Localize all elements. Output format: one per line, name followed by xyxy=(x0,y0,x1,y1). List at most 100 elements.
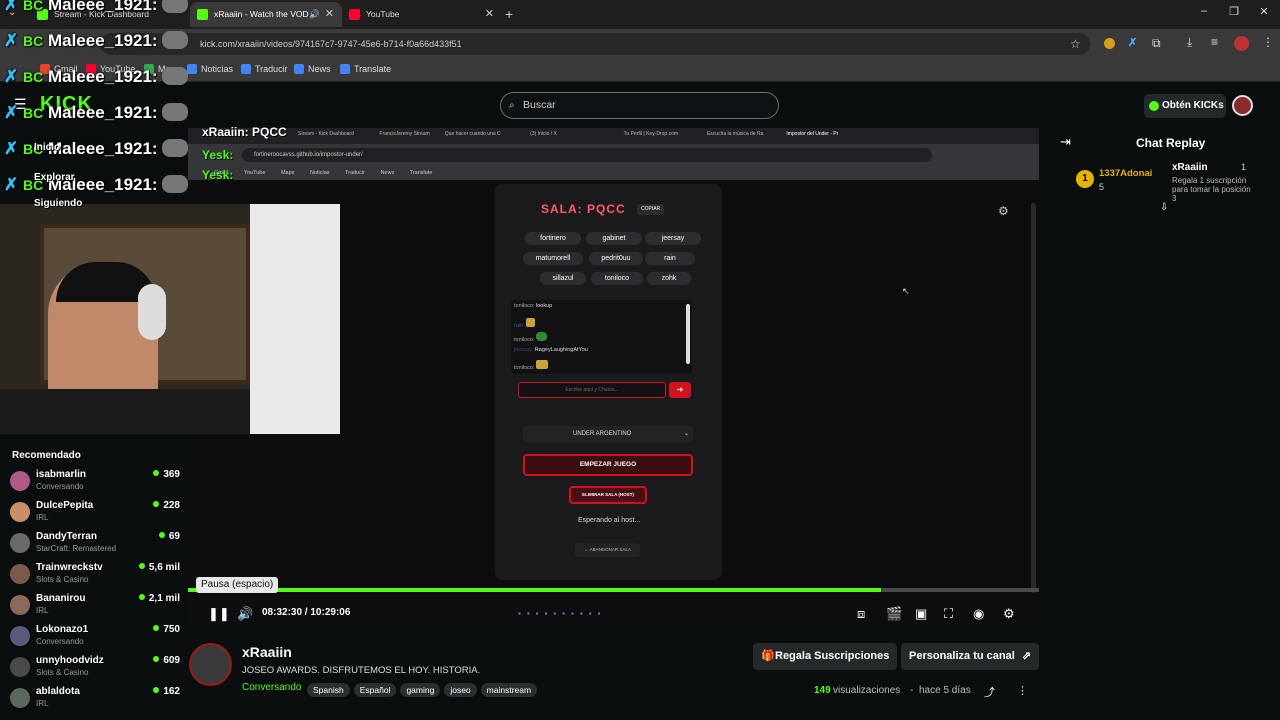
user-avatar[interactable] xyxy=(1232,95,1253,116)
sidebar-explore-label[interactable]: Explorar xyxy=(34,172,75,183)
sword-emote-icon: ✗ xyxy=(4,0,19,14)
gift-subs-button[interactable]: 🎁 Regala Suscripciones xyxy=(753,643,898,670)
spam-line: ✗ BC Maleee_1921: xyxy=(4,31,189,51)
emote-icon xyxy=(526,318,536,327)
rank-badge-icon: 1 xyxy=(1076,170,1094,188)
overlay-channel-title: xRaaiin: PQCC xyxy=(202,125,287,139)
gifter-name[interactable]: 1337Adonai xyxy=(1099,168,1152,179)
recommended-channel[interactable]: Bananirou IRL 2,1 mil xyxy=(10,591,180,621)
more-options-icon[interactable]: ⋮ xyxy=(1017,684,1028,697)
minimize-icon[interactable]: – xyxy=(1196,5,1212,17)
sword-emote-icon: ✗ xyxy=(4,175,19,194)
speed-icon[interactable]: ◉ xyxy=(973,606,984,622)
gift-message: Regala 1 suscripción para tomar la posic… xyxy=(1172,176,1251,203)
recommended-channel[interactable]: Trainwreckstv Slots & Casino 5,6 mil xyxy=(10,560,180,590)
chat-line: toniloco: xyxy=(514,360,549,371)
speaker-icon: 🔊 xyxy=(309,9,320,19)
bookmark-traducir[interactable]: Traducir xyxy=(241,64,288,74)
room-chat: toniloco: lookup rain: toniloco: jeersay… xyxy=(511,300,692,374)
inner-tab: FrancisJeremy Stream xyxy=(379,131,430,137)
recommended-channel[interactable]: DulcePepita IRL 228 xyxy=(10,498,180,528)
tag-chip[interactable]: Spanish xyxy=(307,683,350,697)
spam-name: Maleee_1921: xyxy=(47,67,158,86)
tag-chip[interactable]: joseo xyxy=(444,683,477,697)
extension-icon[interactable] xyxy=(1104,38,1115,49)
bookmark-news[interactable]: News xyxy=(294,64,331,74)
close-tab-icon[interactable]: ✕ xyxy=(325,2,334,27)
bookmark-star-icon[interactable]: ☆ xyxy=(1070,37,1081,51)
tag-chip[interactable]: mainstream xyxy=(480,683,538,697)
channel-name: isabmarlin xyxy=(36,469,87,480)
get-kicks-button[interactable]: Obtén KICKs xyxy=(1144,94,1226,118)
chat-user: toniloco: xyxy=(514,365,535,371)
start-game-button: EMPEZAR JUEGO xyxy=(523,454,693,476)
mode-select: UNDER ARGENTINO ⌄ xyxy=(523,426,693,442)
channel-category: Conversando xyxy=(36,482,84,491)
player-chip: pedrit0uu xyxy=(589,252,643,265)
volume-icon[interactable]: 🔊 xyxy=(237,606,253,622)
close-window-icon[interactable]: ✕ xyxy=(1256,5,1272,18)
collapse-chat-icon[interactable]: ⇥ xyxy=(1060,134,1071,150)
tag-chip[interactable]: Español xyxy=(353,683,397,697)
sidebar-following-label[interactable]: Siguiendo xyxy=(34,198,82,209)
viewer-count: 2,1 mil xyxy=(139,593,180,604)
scroll-down-icon[interactable]: ⇩ xyxy=(1160,202,1168,213)
recommended-channel[interactable]: ablaldota IRL 162 xyxy=(10,684,180,714)
sword-emote-icon: ✗ xyxy=(4,139,19,158)
recommended-channel[interactable]: DandyTerran StarCraft: Remastered 69 xyxy=(10,529,180,559)
reading-list-icon[interactable]: ≡ xyxy=(1211,35,1218,49)
recommended-channel[interactable]: unnyhoodvidz Slots & Casino 609 xyxy=(10,653,180,683)
inner-bookmark: Noticias xyxy=(309,170,330,176)
clip-icon[interactable]: 🎬 xyxy=(886,606,902,622)
tab-kick-vod[interactable]: xRaaiin - Watch the VOD o 🔊 ✕ xyxy=(190,2,342,27)
settings-gear-icon[interactable]: ⚙ xyxy=(1003,606,1015,622)
new-tab-icon[interactable]: + xyxy=(505,6,513,22)
views-label: visualizaciones xyxy=(833,685,901,696)
waiting-text: Esperando al host... xyxy=(578,517,641,524)
channel-avatar[interactable] xyxy=(189,643,232,686)
spam-name: Maleee_1921: xyxy=(47,31,158,50)
miniplayer-icon[interactable]: ▣ xyxy=(915,606,927,622)
sword-emote-icon: ✗ xyxy=(4,31,19,50)
share-icon[interactable]: ⤴ xyxy=(984,684,995,700)
channel-avatar xyxy=(10,564,30,584)
spam-prefix: BC xyxy=(22,33,44,49)
streamer-name[interactable]: xRaaiin xyxy=(1172,162,1208,173)
profile-avatar[interactable] xyxy=(1234,36,1249,51)
inner-settings-icon: ⚙ xyxy=(998,204,1009,218)
maximize-icon[interactable]: ❐ xyxy=(1226,5,1242,18)
sidebar-home-label[interactable]: Inicio xyxy=(34,142,60,153)
bookmark-translate[interactable]: Translate xyxy=(340,64,391,74)
theater-mode-icon[interactable]: ⧈ xyxy=(857,606,865,622)
viewer-count: 69 xyxy=(159,531,180,542)
search-input[interactable]: ⌕ Buscar xyxy=(500,92,779,119)
close-tab-icon[interactable]: ✕ xyxy=(485,2,494,27)
bookmarks-bar: Gmail YouTube Maps Noticias Traducir New… xyxy=(0,59,1280,82)
overlay-chat-name: Yesk: xyxy=(202,168,234,182)
bookmark-noticias[interactable]: Noticias xyxy=(187,64,233,74)
url-field[interactable]: kick.com/xraaiin/videos/974167c7-9747-45… xyxy=(100,33,1090,55)
download-icon[interactable]: ⤓ xyxy=(1187,35,1192,50)
channel-name[interactable]: xRaaiin xyxy=(242,644,292,660)
recommended-channel[interactable]: Lokonazo1 Conversando 750 xyxy=(10,622,180,652)
recommended-channel[interactable]: isabmarlin Conversando 369 xyxy=(10,467,180,497)
pause-icon[interactable]: ❚❚ xyxy=(208,606,230,622)
inner-tab: Escucha la música de Ra xyxy=(706,131,764,137)
fullscreen-icon[interactable]: ⛶ xyxy=(944,606,953,622)
channel-name: DulcePepita xyxy=(36,500,94,511)
channel-name: Trainwreckstv xyxy=(36,562,103,573)
customize-channel-button[interactable]: Personaliza tu canal ⇗ xyxy=(901,643,1040,670)
spam-line: ✗ BC Maleee_1921: xyxy=(4,67,189,87)
chat-replay-title: Chat Replay xyxy=(1136,136,1206,150)
translate-extension-icon[interactable]: ✗ xyxy=(1128,36,1137,49)
inner-bookmark: Maps xyxy=(280,170,295,176)
category-link[interactable]: Conversando xyxy=(242,682,301,693)
game-room-card: SALA: PQCC COPIAR fortinero gabinet jeer… xyxy=(495,184,722,580)
tag-chip[interactable]: gaming xyxy=(400,683,441,697)
viewer-count: 750 xyxy=(153,624,180,635)
puzzle-icon[interactable]: ⧉ xyxy=(1152,36,1161,51)
browser-menu-icon[interactable]: ⋮ xyxy=(1262,35,1274,49)
sword-emote-icon: ✗ xyxy=(4,67,19,86)
time-current: 08:32:30 xyxy=(262,607,303,618)
tab-youtube[interactable]: YouTube ✕ xyxy=(342,2,502,27)
